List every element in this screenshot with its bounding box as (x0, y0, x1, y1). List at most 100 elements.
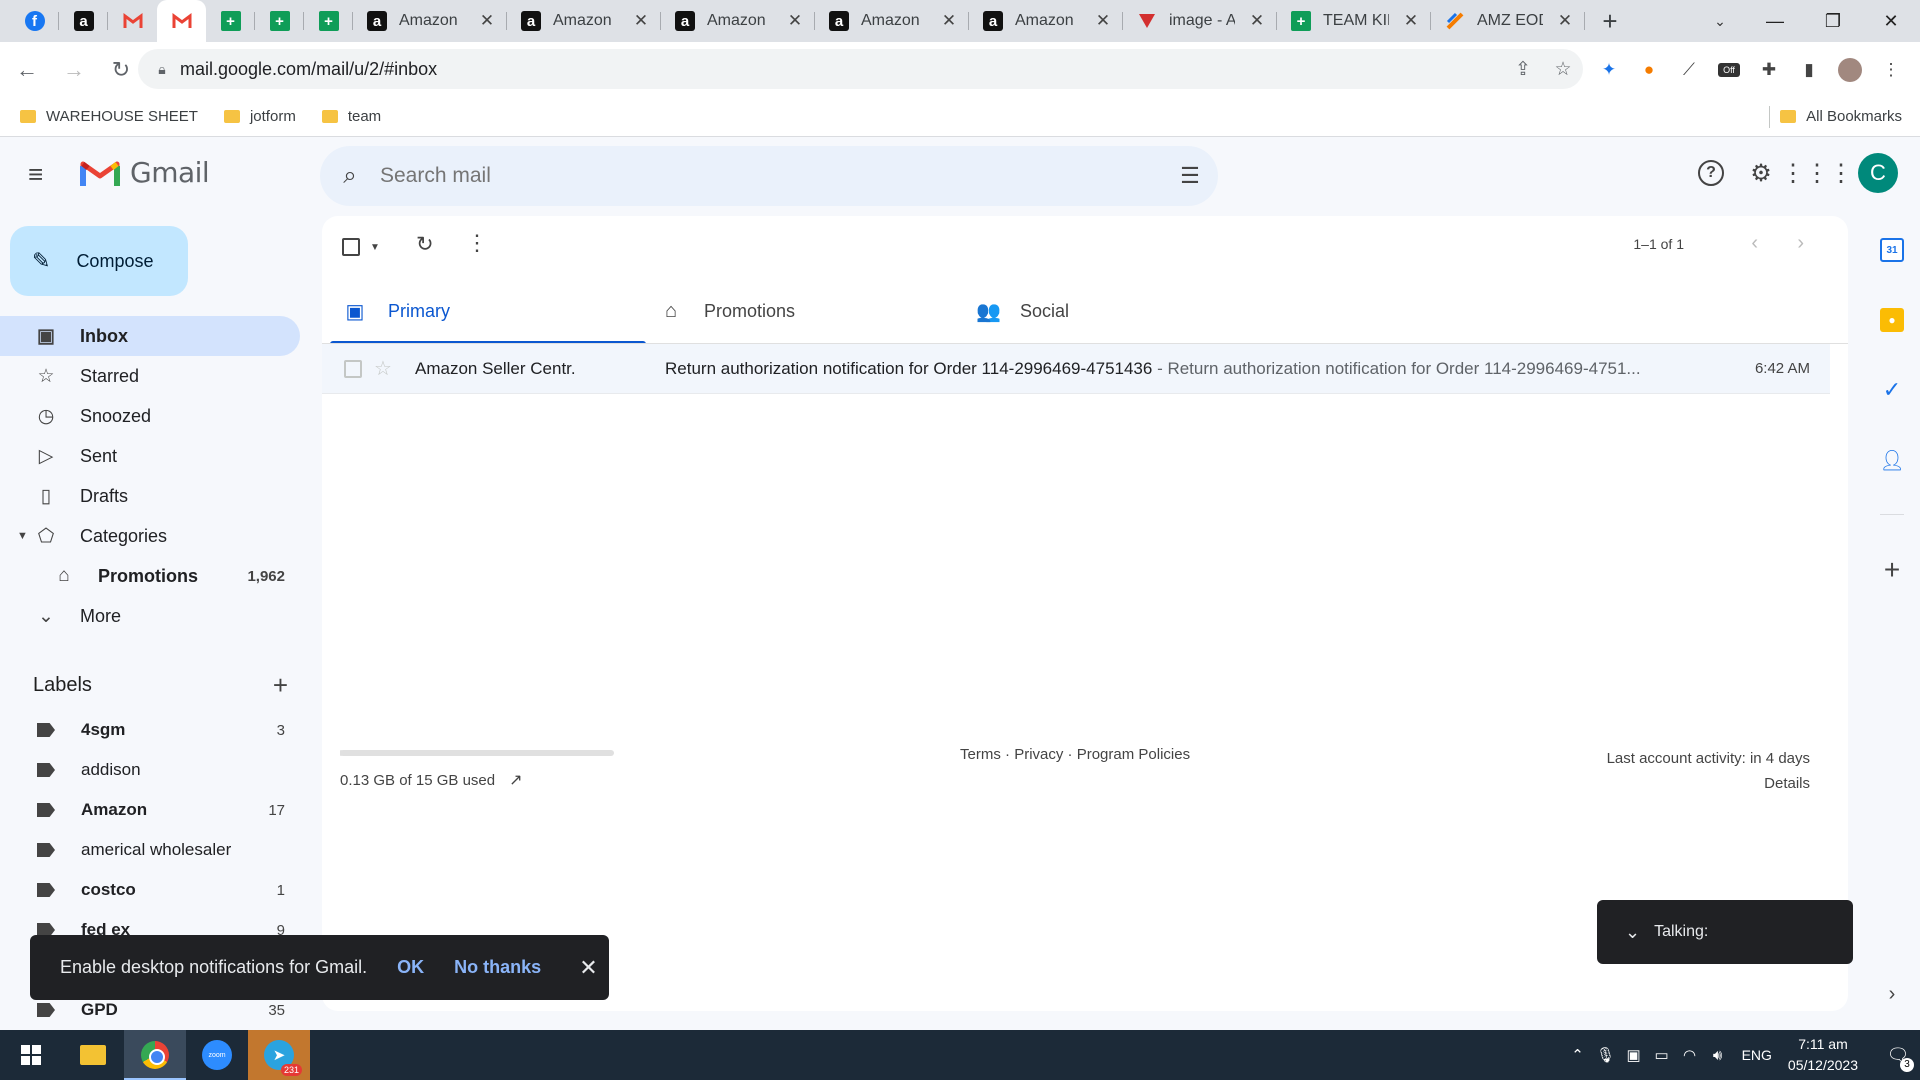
newer-page-icon[interactable]: › (1797, 232, 1804, 255)
get-addons-icon[interactable]: + (1880, 554, 1904, 585)
tab-close-icon[interactable]: ✕ (1093, 11, 1113, 31)
select-all[interactable]: ▼ (342, 238, 380, 256)
contacts-icon[interactable]: 👤︎ (1879, 448, 1904, 472)
browser-tab[interactable]: a Amazon ✕ (815, 0, 969, 42)
label-item[interactable]: americal wholesaler (0, 830, 310, 870)
profile-avatar[interactable] (1838, 57, 1862, 82)
all-bookmarks[interactable]: All Bookmarks (1780, 108, 1902, 125)
taskbar-telegram[interactable]: ➤ 231 (248, 1030, 310, 1080)
extension-off-icon[interactable]: Off (1718, 62, 1740, 77)
notification-center-icon[interactable]: 🗨︎ 3 (1876, 1045, 1920, 1072)
forward-icon[interactable]: → (54, 50, 94, 90)
label-item[interactable]: costco 1 (0, 870, 310, 910)
more-options-icon[interactable]: ⋮ (466, 230, 488, 256)
details-link[interactable]: Details (1607, 771, 1810, 796)
wifi-icon[interactable]: ◠ (1676, 1046, 1704, 1064)
browser-tab[interactable] (157, 0, 206, 42)
restore-icon[interactable]: ❐ (1804, 0, 1862, 42)
snackbar-no-thanks-button[interactable]: No thanks (454, 957, 541, 978)
browser-tab[interactable]: + (304, 0, 353, 42)
battery-icon[interactable]: ▭ (1648, 1046, 1676, 1064)
tab-search-icon[interactable]: ⌄ (1700, 0, 1740, 42)
help-icon[interactable]: ? (1698, 160, 1724, 186)
caret-down-icon[interactable]: ▼ (17, 530, 28, 542)
clock[interactable]: 7:11 am 05/12/2023 (1788, 1034, 1858, 1076)
close-window-icon[interactable]: ✕ (1862, 0, 1920, 42)
select-all-checkbox[interactable] (342, 238, 360, 256)
sidebar-item-drafts[interactable]: ▯ Drafts (0, 476, 310, 516)
extension-icon[interactable]: ⟋ (1678, 59, 1700, 81)
reload-icon[interactable]: ↻ (101, 50, 141, 90)
main-menu-icon[interactable]: ≡ (28, 161, 54, 188)
open-in-new-icon[interactable]: ↗ (509, 770, 522, 790)
lock-icon[interactable]: 🔒︎ (144, 61, 180, 78)
sidebar-item-inbox[interactable]: ▣ Inbox (0, 316, 300, 356)
tab-close-icon[interactable]: ✕ (939, 11, 959, 31)
keep-icon[interactable]: ● (1880, 308, 1904, 332)
talking-widget[interactable]: ⌄ Talking: (1597, 900, 1853, 964)
browser-tab[interactable]: f (10, 0, 59, 42)
search-icon[interactable]: ⌕ (320, 162, 380, 190)
gmail-logo[interactable]: Gmail (80, 156, 210, 189)
back-icon[interactable]: ← (7, 50, 47, 90)
program-policies-link[interactable]: Program Policies (1077, 746, 1190, 763)
bookmark-team[interactable]: team (321, 108, 381, 125)
create-label-icon[interactable]: + (273, 670, 288, 701)
tab-close-icon[interactable]: ✕ (785, 11, 805, 31)
tab-close-icon[interactable]: ✕ (1247, 11, 1267, 31)
snackbar-ok-button[interactable]: OK (397, 957, 424, 978)
tray-overflow-icon[interactable]: ⌃ (1564, 1046, 1592, 1064)
terms-link[interactable]: Terms (960, 746, 1001, 763)
puzzle-icon[interactable]: ✚ (1758, 59, 1780, 81)
side-panel-icon[interactable]: ▮ (1798, 59, 1820, 81)
mail-checkbox[interactable] (344, 360, 362, 378)
sidebar-item-categories[interactable]: ▼ ⬠ Categories (0, 516, 310, 556)
tab-primary[interactable]: ▣ Primary (330, 278, 646, 344)
search-bar[interactable]: ⌕ ☰ (320, 146, 1218, 206)
browser-tab[interactable]: image - A ✕ (1123, 0, 1277, 42)
browser-tab[interactable]: + (255, 0, 304, 42)
compose-button[interactable]: ✎ Compose (10, 226, 188, 296)
language-indicator[interactable]: ENG (1742, 1047, 1772, 1063)
search-input[interactable] (380, 164, 1162, 188)
bookmark-warehouse-sheet[interactable]: WAREHOUSE SHEET (20, 108, 198, 125)
taskbar-chrome[interactable] (124, 1030, 186, 1080)
tasks-icon[interactable]: ✓ (1880, 377, 1904, 402)
label-item[interactable]: addison (0, 750, 310, 790)
browser-tab[interactable] (108, 0, 157, 42)
privacy-link[interactable]: Privacy (1014, 746, 1063, 763)
volume-icon[interactable]: 🔊︎ (1704, 1047, 1732, 1064)
bookmark-star-icon[interactable]: ☆ (1543, 58, 1583, 81)
start-button[interactable] (0, 1030, 62, 1080)
tab-close-icon[interactable]: ✕ (477, 11, 497, 31)
share-icon[interactable]: ⇪ (1503, 58, 1543, 81)
tab-close-icon[interactable]: ✕ (631, 11, 651, 31)
browser-tab[interactable]: a Amazon ✕ (507, 0, 661, 42)
camera-icon[interactable]: ▣ (1620, 1046, 1648, 1064)
older-page-icon[interactable]: ‹ (1751, 232, 1758, 255)
browser-tab[interactable]: + (206, 0, 255, 42)
account-avatar[interactable]: C (1858, 153, 1898, 193)
address-bar[interactable]: 🔒︎ mail.google.com/mail/u/2/#inbox ⇪ ☆ (138, 49, 1583, 89)
refresh-icon[interactable]: ↻ (416, 232, 434, 257)
bookmark-jotform[interactable]: jotform (223, 108, 296, 125)
sidebar-item-snoozed[interactable]: ◷ Snoozed (0, 396, 310, 436)
tab-social[interactable]: 👥 Social (962, 278, 1278, 344)
close-icon[interactable]: ✕ (579, 955, 597, 981)
label-item[interactable]: Amazon 17 (0, 790, 310, 830)
label-item[interactable]: 4sgm 3 (0, 710, 310, 750)
sidebar-item-starred[interactable]: ☆ Starred (0, 356, 310, 396)
browser-tab[interactable]: a Amazon ✕ (353, 0, 507, 42)
extension-icon[interactable]: ● (1638, 59, 1660, 81)
hide-side-panel-icon[interactable]: › (1880, 982, 1904, 1006)
browser-tab[interactable]: + TEAM KIM ✕ (1277, 0, 1431, 42)
search-options-icon[interactable]: ☰ (1162, 163, 1218, 189)
star-icon[interactable]: ☆ (374, 356, 392, 381)
new-tab-icon[interactable]: + (1585, 0, 1635, 42)
taskbar-zoom[interactable]: zoom (186, 1030, 248, 1080)
browser-tab[interactable]: a Amazon ✕ (661, 0, 815, 42)
sidebar-item-sent[interactable]: ▷ Sent (0, 436, 310, 476)
chevron-down-icon[interactable]: ⌄ (1625, 922, 1640, 943)
taskbar-file-explorer[interactable] (62, 1030, 124, 1080)
browser-tab[interactable]: a Amazon ✕ (969, 0, 1123, 42)
